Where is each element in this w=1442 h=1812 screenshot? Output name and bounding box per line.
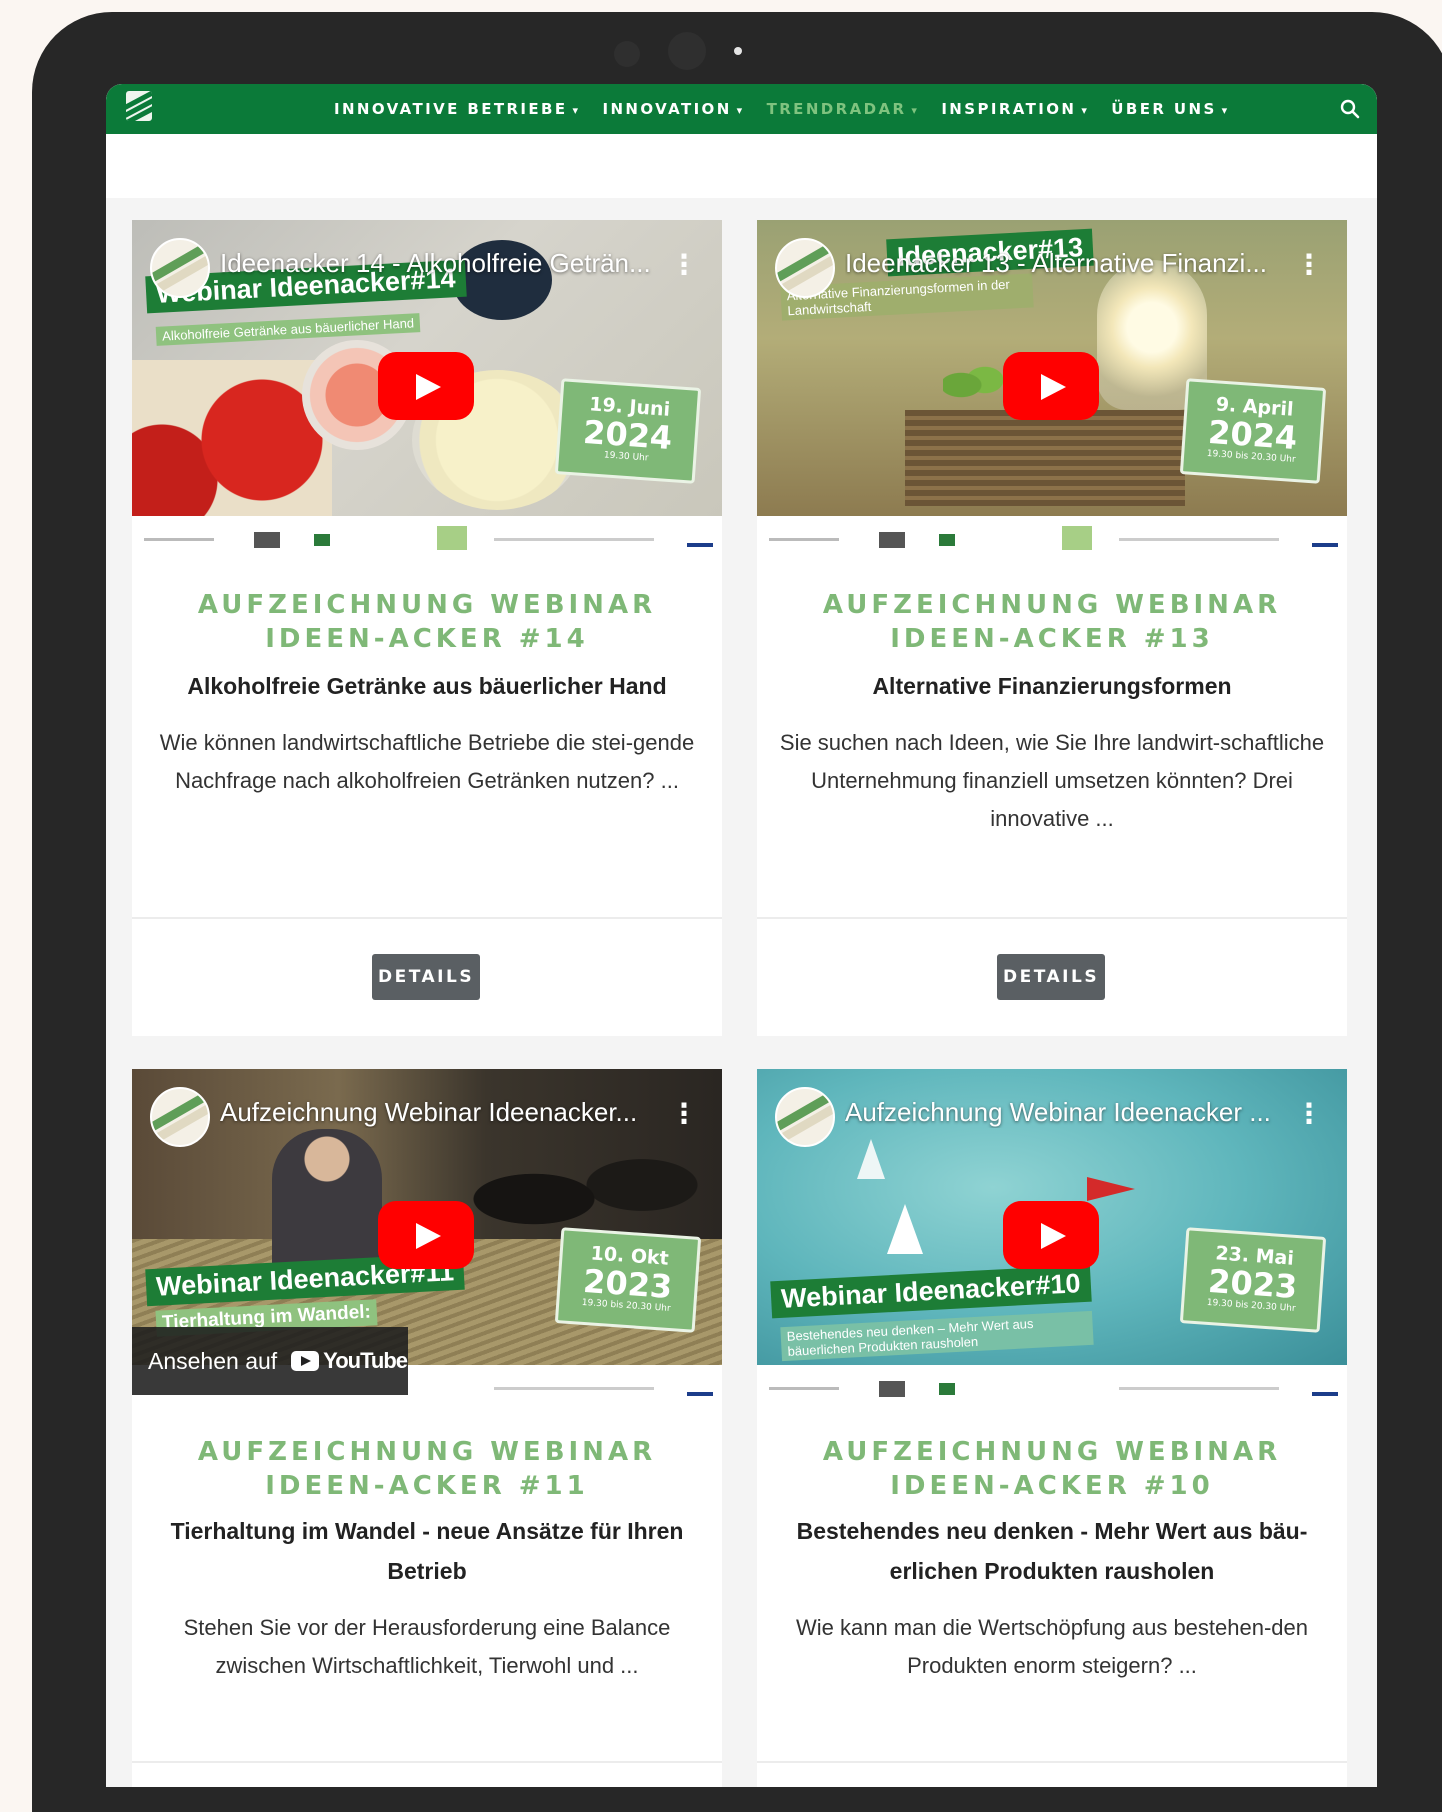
page-header-spacer [106,134,1377,198]
nav-innovative-betriebe[interactable]: INNOVATIVE BETRIEBE ▾ [334,100,580,118]
site-logo[interactable] [126,91,152,121]
more-vertical-icon[interactable]: ⋮ [1295,248,1323,281]
card-divider [132,1761,722,1763]
camera-dot [614,41,640,67]
card-description: Wie können landwirtschaftliche Betriebe … [159,730,695,793]
sponsor-banner [757,516,1347,558]
card-divider [132,917,722,919]
sponsor-banner [757,1365,1347,1407]
youtube-play-button[interactable] [378,352,474,420]
card-heading: AUFZEICHNUNG WEBINAR IDEEN-ACKER #14 [197,590,657,654]
plant-sprout [943,360,1003,410]
video-embed[interactable]: Webinar Ideenacker#11 Tierhaltung im Wan… [132,1069,722,1365]
top-navbar: INNOVATIVE BETRIEBE ▾ INNOVATION ▾ TRENDRA… [106,84,1377,134]
farmer-person [272,1129,382,1279]
nav-inspiration[interactable]: INSPIRATION ▾ [941,100,1089,118]
more-vertical-icon[interactable]: ⋮ [670,248,698,281]
main-menu: INNOVATIVE BETRIEBE ▾ INNOVATION ▾ TRENDRA… [334,84,1230,134]
date-badge: 9. April 2024 19.30 bis 20.30 Uhr [1179,378,1327,484]
sponsor-banner [132,516,722,558]
paper-plane-medium [887,1204,923,1254]
video-title[interactable]: Ideenacker 13 - Alternative Finanzi... [845,248,1285,279]
chevron-down-icon: ▾ [736,104,745,117]
nav-ueber-uns[interactable]: ÜBER UNS ▾ [1111,100,1229,118]
strawberries-image [132,360,332,516]
video-embed[interactable]: Webinar Ideenacker#14 Alkoholfreie Geträ… [132,220,722,516]
camera-sensor [734,47,742,55]
chevron-down-icon: ▾ [1081,104,1090,117]
watch-on-label: Ansehen auf [148,1347,278,1374]
nav-label: TRENDRADAR [766,100,907,118]
chevron-down-icon: ▾ [572,104,581,117]
article-card: Webinar Ideenacker#10 Bestehendes neu de… [757,1069,1347,1787]
search-icon[interactable] [1339,98,1361,120]
date-badge: 10. Okt 2023 19.30 bis 20.30 Uhr [554,1227,702,1333]
nav-innovation[interactable]: INNOVATION ▾ [602,100,744,118]
webinar-strip: Webinar Ideenacker#10 [770,1264,1092,1319]
nav-label: ÜBER UNS [1111,100,1217,118]
coin-stacks-image [905,410,1185,506]
browser-screen: INNOVATIVE BETRIEBE ▾ INNOVATION ▾ TRENDRA… [106,84,1377,1787]
channel-logo [775,1087,835,1147]
card-heading: AUFZEICHNUNG WEBINAR IDEEN-ACKER #11 [197,1437,657,1501]
article-card: Webinar Ideenacker#11 Tierhaltung im Wan… [132,1069,722,1787]
paper-plane-red [1087,1177,1135,1201]
card-description: Stehen Sie vor der Herausforderung eine … [183,1615,671,1678]
watch-on-youtube-overlay[interactable]: Ansehen auf YouTube [132,1327,408,1395]
article-card: Alternative Finanzierungsformen in der L… [757,220,1347,1036]
card-subheading: Bestehendes neu denken - Mehr Wert aus b… [796,1518,1308,1584]
card-subheading: Tierhaltung im Wandel - neue Ansätze für… [170,1518,684,1584]
date-badge: 23. Mai 2023 19.30 bis 20.30 Uhr [1179,1227,1327,1333]
article-card: Webinar Ideenacker#14 Alkoholfreie Geträ… [132,220,722,1036]
youtube-logo-icon [291,1351,320,1371]
paper-plane-small [857,1139,885,1179]
nav-label: INNOVATION [602,100,732,118]
card-heading: AUFZEICHNUNG WEBINAR IDEEN-ACKER #10 [822,1437,1282,1501]
card-description: Wie kann man die Wertschöpfung aus beste… [795,1615,1308,1678]
card-subheading: Alternative Finanzierungsformen [872,673,1232,699]
details-button[interactable]: DETAILS [372,954,480,1000]
youtube-play-button[interactable] [378,1201,474,1269]
youtube-wordmark: YouTube [323,1348,408,1373]
nav-trendradar[interactable]: TRENDRADAR ▾ [767,100,920,118]
channel-logo [150,238,210,298]
webinar-subtitle: Alkoholfreie Getränke aus bäuerlicher Ha… [155,313,421,346]
camera-lens [668,32,706,70]
card-divider [757,1761,1347,1763]
chevron-down-icon: ▾ [1221,104,1230,117]
date-badge: 19. Juni 2024 19.30 Uhr [554,378,702,484]
chevron-down-icon: ▾ [911,104,920,117]
video-title[interactable]: Aufzeichnung Webinar Ideenacker... [220,1097,660,1128]
youtube-play-button[interactable] [1003,352,1099,420]
channel-logo [775,238,835,298]
video-title[interactable]: Ideenacker 14 - Alkoholfreie Geträn... [220,248,660,279]
youtube-play-button[interactable] [1003,1201,1099,1269]
card-subheading: Alkoholfreie Getränke aus bäuerlicher Ha… [187,673,667,699]
channel-logo [150,1087,210,1147]
card-divider [757,917,1347,919]
card-description: Sie suchen nach Ideen, wie Sie Ihre land… [779,730,1325,831]
nav-label: INNOVATIVE BETRIEBE [334,100,568,118]
more-vertical-icon[interactable]: ⋮ [1295,1097,1323,1130]
video-title[interactable]: Aufzeichnung Webinar Ideenacker ... [845,1097,1285,1128]
nav-label: INSPIRATION [941,100,1077,118]
card-heading: AUFZEICHNUNG WEBINAR IDEEN-ACKER #13 [822,590,1282,654]
video-embed[interactable]: Webinar Ideenacker#10 Bestehendes neu de… [757,1069,1347,1365]
webinar-subtitle: Bestehendes neu denken – Mehr Wert aus b… [780,1310,1094,1362]
more-vertical-icon[interactable]: ⋮ [670,1097,698,1130]
video-embed[interactable]: Alternative Finanzierungsformen in der L… [757,220,1347,516]
details-button[interactable]: DETAILS [997,954,1105,1000]
